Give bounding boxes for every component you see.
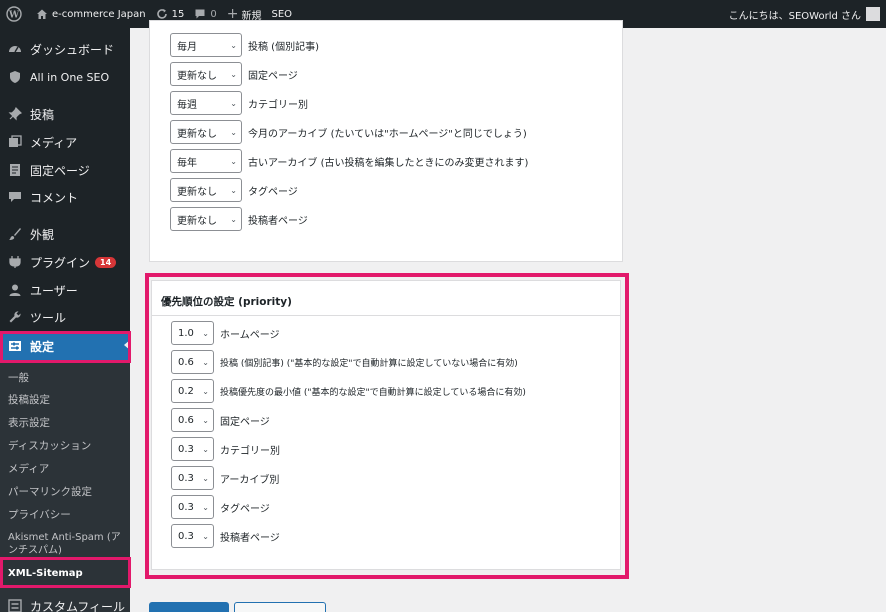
home-icon xyxy=(37,9,47,19)
brush-icon xyxy=(8,227,22,241)
frequency-select[interactable]: 毎週 ⌄ xyxy=(170,91,242,115)
sidebar-item-label: All in One SEO xyxy=(30,70,110,84)
select-value: 更新なし xyxy=(177,128,217,140)
select-value: 更新なし xyxy=(177,70,217,82)
submenu-item-permalinks[interactable]: パーマリンク設定 xyxy=(8,484,92,499)
sidebar-item-label: ツール xyxy=(30,310,67,325)
wordpress-logo-menu[interactable]: W xyxy=(0,0,31,28)
sidebar-item-label: カスタムフィール xyxy=(30,599,126,612)
site-name: e-commerce Japan xyxy=(52,8,146,20)
highlight-settings xyxy=(0,331,131,363)
frequency-row: 更新なし ⌄ 今月のアーカイブ (たいていは"ホームページ"と同じでしょう) xyxy=(170,120,527,144)
sidebar-item-tools[interactable]: ツール xyxy=(0,303,130,331)
submenu-item-discussion[interactable]: ディスカッション xyxy=(8,438,91,453)
wrench-icon xyxy=(8,310,22,324)
submenu-item-general[interactable]: 一般 xyxy=(8,370,29,385)
sidebar-item-all-in-one-seo[interactable]: All in One SEO xyxy=(0,63,130,91)
sidebar-item-label: プラグイン xyxy=(30,255,91,270)
sidebar-item-label: ダッシュボード xyxy=(30,42,115,57)
chevron-down-icon: ⌄ xyxy=(230,156,237,166)
gauge-icon xyxy=(8,42,22,56)
comment-icon xyxy=(8,190,22,204)
reset-button[interactable] xyxy=(234,602,326,612)
sidebar-item-pages[interactable]: 固定ページ xyxy=(0,156,130,184)
updates-icon xyxy=(156,9,167,19)
row-label: タグページ xyxy=(248,186,298,198)
sidebar-item-custom-fields[interactable]: カスタムフィール xyxy=(0,592,130,612)
sidebar-item-appearance[interactable]: 外観 xyxy=(0,220,130,248)
sidebar-item-label: ユーザー xyxy=(30,283,78,298)
select-value: 毎月 xyxy=(177,41,197,53)
svg-text:W: W xyxy=(8,11,20,21)
sidebar-item-comments[interactable]: コメント xyxy=(0,183,130,211)
frequency-row: 毎週 ⌄ カテゴリー別 xyxy=(170,91,308,115)
sidebar-item-media[interactable]: メディア xyxy=(0,128,130,156)
select-value: 毎週 xyxy=(177,99,197,111)
chevron-down-icon: ⌄ xyxy=(230,185,237,195)
submenu-item-privacy[interactable]: プライバシー xyxy=(8,507,71,522)
frequency-select[interactable]: 更新なし ⌄ xyxy=(170,207,242,231)
save-changes-button[interactable] xyxy=(149,602,229,612)
frequency-select[interactable]: 毎年 ⌄ xyxy=(170,149,242,173)
page-icon xyxy=(8,163,22,177)
media-icon xyxy=(8,135,22,149)
select-value: 毎年 xyxy=(177,157,197,169)
row-label: 古いアーカイブ (古い投稿を編集したときにのみ変更されます) xyxy=(248,157,529,169)
sidebar-item-label: メディア xyxy=(30,135,78,150)
submenu-item-writing[interactable]: 投稿設定 xyxy=(8,392,50,407)
user-icon xyxy=(8,283,22,297)
sidebar-item-posts[interactable]: 投稿 xyxy=(0,100,130,128)
frequency-row: 毎年 ⌄ 古いアーカイブ (古い投稿を編集したときにのみ変更されます) xyxy=(170,149,528,173)
highlight-xml-sitemap xyxy=(0,557,131,588)
sidebar-item-label: 投稿 xyxy=(30,107,55,122)
select-value: 更新なし xyxy=(177,186,217,198)
comments-count: 0 xyxy=(210,8,217,20)
chevron-down-icon: ⌄ xyxy=(230,40,237,50)
sidebar-item-label: 固定ページ xyxy=(30,163,90,178)
frequency-select[interactable]: 毎月 ⌄ xyxy=(170,33,242,57)
avatar xyxy=(866,7,880,21)
row-label: 今月のアーカイブ (たいていは"ホームページ"と同じでしょう) xyxy=(248,128,527,140)
change-frequency-panel: 毎月 ⌄ 投稿 (個別記事) 更新なし ⌄ 固定ページ 毎週 ⌄ カテゴリー別 更新な… xyxy=(149,20,623,262)
submenu-item-akismet-line2[interactable]: ンチスパム) xyxy=(8,541,62,556)
frequency-select[interactable]: 更新なし ⌄ xyxy=(170,178,242,202)
chevron-down-icon: ⌄ xyxy=(230,69,237,79)
frequency-select[interactable]: 更新なし ⌄ xyxy=(170,120,242,144)
frequency-row: 更新なし ⌄ タグページ xyxy=(170,178,298,202)
row-label: 固定ページ xyxy=(248,70,298,82)
comment-bubble-icon xyxy=(195,9,205,19)
shield-icon xyxy=(8,70,22,84)
chevron-down-icon: ⌄ xyxy=(230,98,237,108)
submenu-item-reading[interactable]: 表示設定 xyxy=(8,415,50,430)
updates-count: 15 xyxy=(171,8,185,20)
sidebar-item-plugins[interactable]: プラグイン 14 xyxy=(0,248,130,276)
frequency-row: 更新なし ⌄ 投稿者ページ xyxy=(170,207,308,231)
greeting-text: こんにちは、SEOWorld さん xyxy=(728,10,861,22)
sidebar-item-dashboard[interactable]: ダッシュボード xyxy=(0,35,130,63)
chevron-down-icon: ⌄ xyxy=(230,214,237,224)
highlight-priority-panel xyxy=(145,273,629,579)
plugin-icon xyxy=(8,255,22,269)
wordpress-logo-icon: W xyxy=(6,6,22,22)
sidebar-item-label: コメント xyxy=(30,190,79,205)
row-label: カテゴリー別 xyxy=(248,99,308,111)
chevron-down-icon: ⌄ xyxy=(230,127,237,137)
frequency-row: 毎月 ⌄ 投稿 (個別記事) xyxy=(170,33,319,57)
frequency-row: 更新なし ⌄ 固定ページ xyxy=(170,62,298,86)
select-value: 更新なし xyxy=(177,215,217,227)
sidebar-item-users[interactable]: ユーザー xyxy=(0,276,130,304)
admin-sidebar: ダッシュボード All in One SEO 投稿 メディア 固定ページ コメン… xyxy=(0,28,130,612)
site-name-link[interactable]: e-commerce Japan xyxy=(31,0,151,28)
submenu-item-media[interactable]: メディア xyxy=(8,461,49,476)
pin-icon xyxy=(8,107,22,121)
plugin-update-badge: 14 xyxy=(95,256,117,268)
custom-fields-icon xyxy=(8,599,22,612)
my-account-menu[interactable]: こんにちは、SEOWorld さん xyxy=(729,0,880,28)
seo-label: SEO xyxy=(271,8,293,20)
sidebar-item-label: 外観 xyxy=(30,227,55,242)
row-label: 投稿者ページ xyxy=(248,215,308,227)
frequency-select[interactable]: 更新なし ⌄ xyxy=(170,62,242,86)
row-label: 投稿 (個別記事) xyxy=(248,41,319,53)
